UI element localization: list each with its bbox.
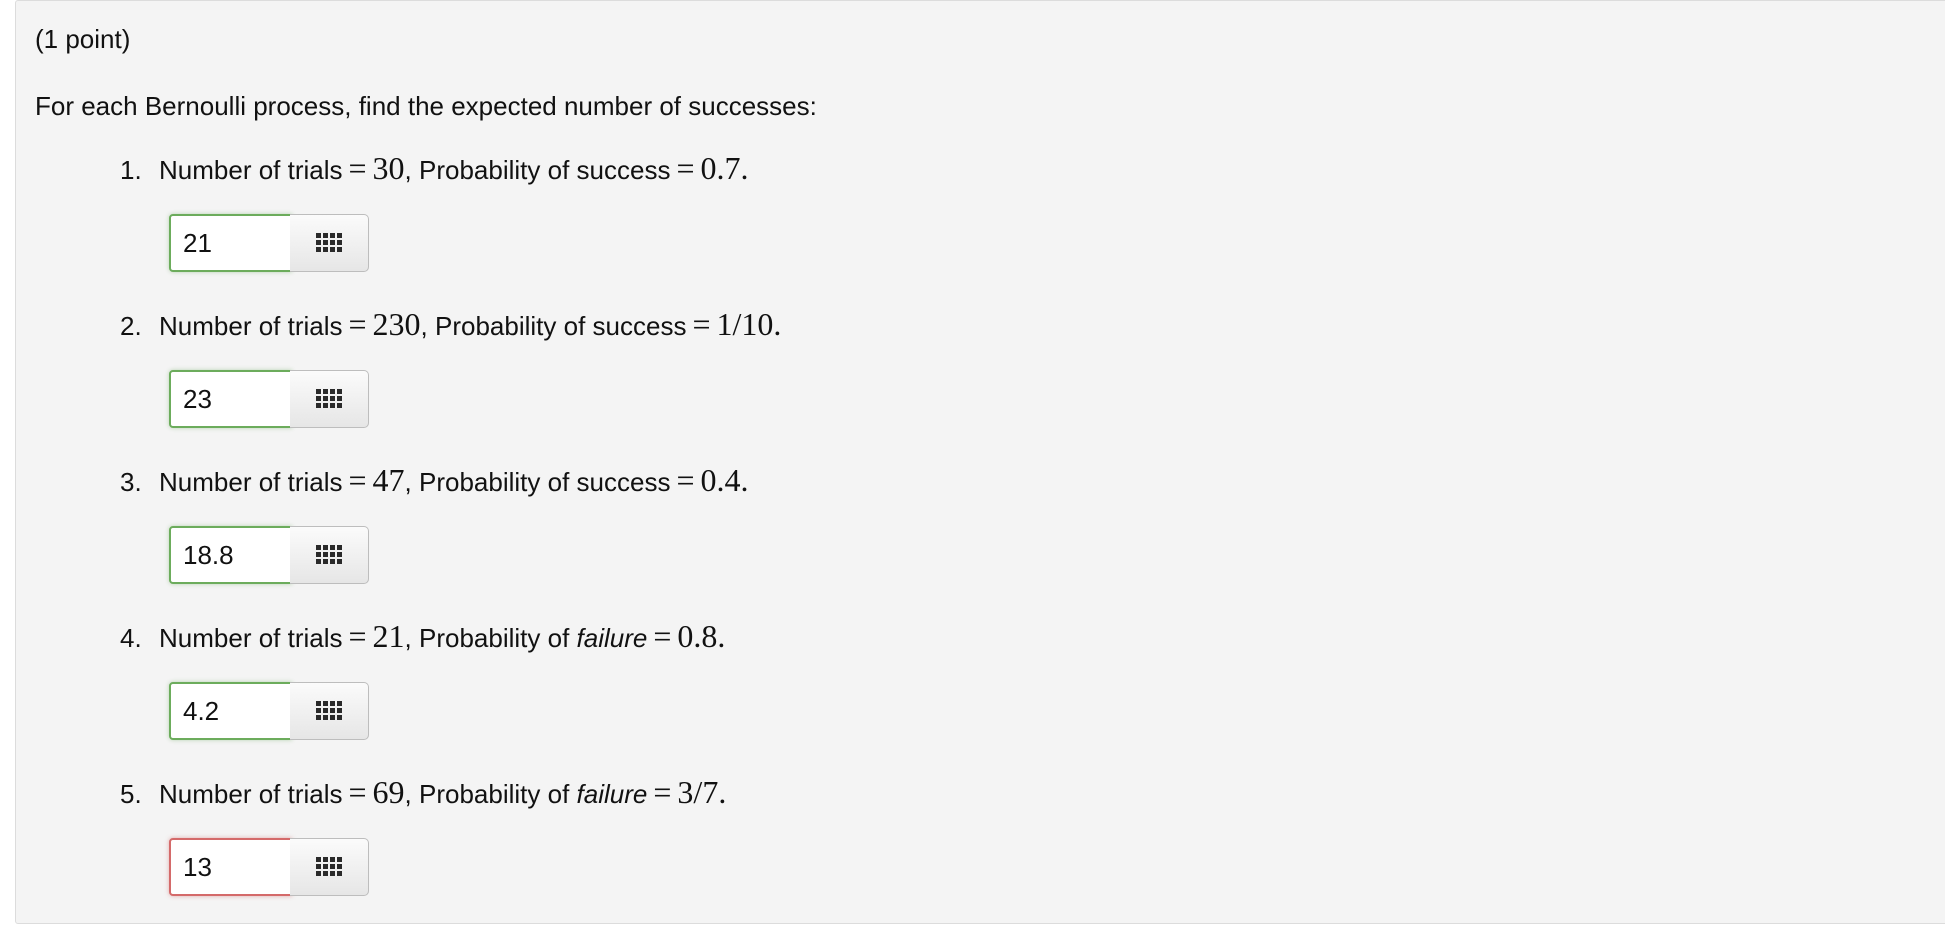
- comma: ,: [404, 467, 419, 497]
- equals-sign: =: [348, 774, 367, 810]
- probability-word: success: [592, 311, 687, 341]
- probability-label: Probability of: [419, 779, 570, 809]
- period: .: [773, 306, 782, 342]
- probability-value: 1/10: [716, 306, 774, 342]
- equals-sign: =: [348, 462, 367, 498]
- equation-palette-button[interactable]: [290, 682, 369, 740]
- probability-word: success: [576, 467, 671, 497]
- trials-label: Number of trials: [159, 155, 343, 185]
- equation-palette-button[interactable]: [290, 214, 369, 272]
- question-number: 2.: [120, 311, 142, 341]
- problem-panel: (1 point) For each Bernoulli process, fi…: [15, 0, 1945, 924]
- probability-word: failure: [576, 623, 648, 653]
- question-number: 1.: [120, 155, 142, 185]
- answer-row: [169, 370, 372, 428]
- answer-input[interactable]: [169, 214, 292, 272]
- equals-sign: =: [692, 306, 711, 342]
- question-text: 3. Number of trials = 47, Probability of su…: [120, 460, 749, 502]
- equals-sign: =: [348, 306, 367, 342]
- period: .: [740, 150, 749, 186]
- probability-label: Probability of: [419, 623, 570, 653]
- question-text: 1. Number of trials = 30, Probability of su…: [120, 148, 749, 190]
- trials-label: Number of trials: [159, 623, 343, 653]
- probability-label: Probability of: [435, 311, 586, 341]
- answer-input[interactable]: [169, 838, 292, 896]
- trials-value: 47: [372, 462, 405, 498]
- equals-sign: =: [348, 150, 367, 186]
- probability-label: Probability of: [419, 467, 570, 497]
- trials-label: Number of trials: [159, 779, 343, 809]
- question-number: 5.: [120, 779, 142, 809]
- probability-value: 0.7: [700, 150, 741, 186]
- grid-icon: [316, 701, 342, 720]
- grid-icon: [316, 857, 342, 876]
- probability-value: 0.4: [700, 462, 741, 498]
- equals-sign: =: [676, 150, 695, 186]
- equals-sign: =: [653, 618, 672, 654]
- equals-sign: =: [676, 462, 695, 498]
- trials-value: 69: [372, 774, 405, 810]
- instructions-text: For each Bernoulli process, find the exp…: [35, 91, 817, 121]
- probability-word: failure: [576, 779, 648, 809]
- answer-row: [169, 526, 372, 584]
- equation-palette-button[interactable]: [290, 838, 369, 896]
- comma: ,: [404, 155, 419, 185]
- trials-value: 21: [372, 618, 405, 654]
- question-number: 4.: [120, 623, 142, 653]
- answer-input[interactable]: [169, 370, 292, 428]
- probability-word: success: [576, 155, 671, 185]
- period: .: [740, 462, 749, 498]
- equation-palette-button[interactable]: [290, 526, 369, 584]
- question-text: 4. Number of trials = 21, Probability of fa…: [120, 616, 725, 658]
- probability-label: Probability of: [419, 155, 570, 185]
- points-label: (1 point): [35, 24, 131, 54]
- trials-value: 230: [372, 306, 421, 342]
- trials-label: Number of trials: [159, 467, 343, 497]
- equation-palette-button[interactable]: [290, 370, 369, 428]
- equals-sign: =: [348, 618, 367, 654]
- comma: ,: [404, 779, 419, 809]
- trials-value: 30: [372, 150, 405, 186]
- answer-input[interactable]: [169, 682, 292, 740]
- grid-icon: [316, 233, 342, 252]
- probability-value: 3/7: [677, 774, 719, 810]
- probability-value: 0.8: [677, 618, 718, 654]
- trials-label: Number of trials: [159, 311, 343, 341]
- grid-icon: [316, 545, 342, 564]
- period: .: [718, 774, 727, 810]
- comma: ,: [404, 623, 419, 653]
- question-number: 3.: [120, 467, 142, 497]
- period: .: [717, 618, 726, 654]
- grid-icon: [316, 389, 342, 408]
- answer-row: [169, 682, 372, 740]
- comma: ,: [420, 311, 435, 341]
- answer-input[interactable]: [169, 526, 292, 584]
- answer-row: [169, 838, 372, 896]
- equals-sign: =: [653, 774, 672, 810]
- question-text: 5. Number of trials = 69, Probability of fa…: [120, 772, 726, 814]
- answer-row: [169, 214, 372, 272]
- question-text: 2. Number of trials = 230, Probability of s…: [120, 304, 781, 346]
